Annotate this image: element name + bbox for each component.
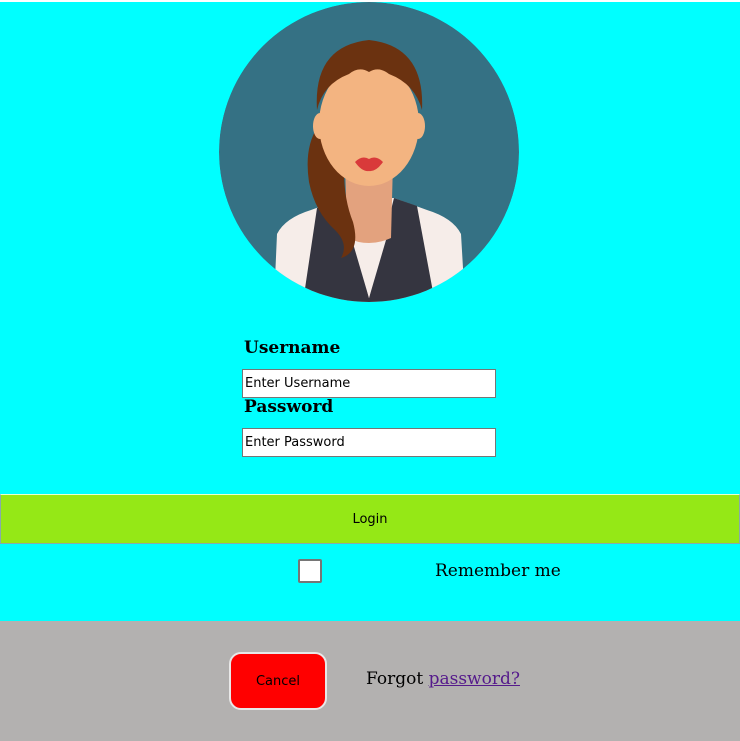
password-label: Password	[244, 397, 334, 417]
forgot-password-text: Forgot password?	[366, 669, 520, 689]
cancel-button[interactable]: Cancel	[229, 652, 327, 710]
woman-avatar-icon	[219, 2, 519, 302]
login-button[interactable]: Login	[0, 494, 740, 544]
username-input[interactable]	[242, 369, 496, 398]
remember-me-checkbox[interactable]	[298, 559, 322, 583]
forgot-password-link[interactable]: password?	[429, 669, 520, 689]
username-label: Username	[244, 338, 341, 358]
password-input[interactable]	[242, 428, 496, 457]
remember-me-label: Remember me	[435, 561, 561, 581]
forgot-text: Forgot	[366, 669, 424, 689]
